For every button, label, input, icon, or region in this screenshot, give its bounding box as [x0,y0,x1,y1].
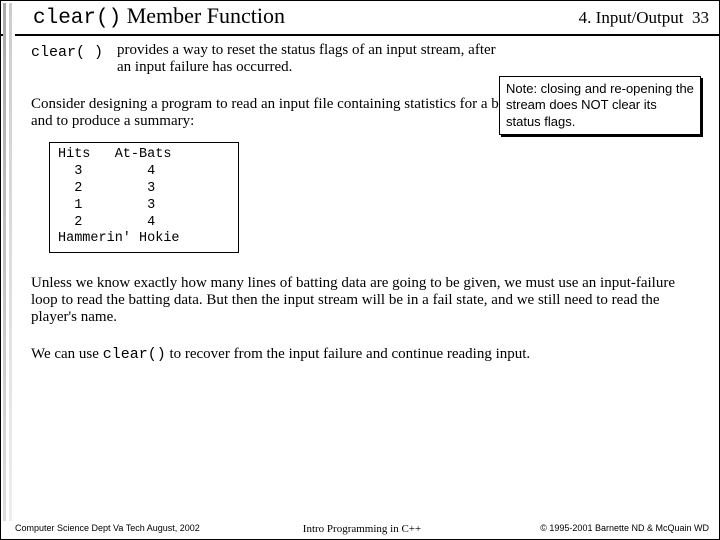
content: clear( ) provides a way to reset the sta… [1,36,719,363]
chapter-label: 4. Input/Output 33 [579,8,709,28]
intro-description: provides a way to reset the status flags… [117,42,701,76]
page-number: 33 [692,8,709,27]
slide: clear() Member Function 4. Input/Output … [0,0,720,540]
chapter-text: 4. Input/Output [579,8,684,27]
intro-block: clear( ) provides a way to reset the sta… [31,42,701,76]
footer-center: Intro Programming in C++ [15,523,709,535]
para3-b: to recover from the input failure and co… [166,346,530,362]
title-row: clear() Member Function 4. Input/Output … [1,1,719,36]
footer: Computer Science Dept Va Tech August, 20… [15,523,709,533]
paragraph-2: Unless we know exactly how many lines of… [31,275,701,326]
para3-code: clear() [103,346,166,363]
paragraph-3: We can use clear() to recover from the i… [31,346,701,363]
para3-a: We can use [31,346,103,362]
left-decoration [3,3,15,521]
function-name: clear( ) [31,42,103,61]
page-title: clear() Member Function [33,3,285,30]
note-box: Note: closing and re-opening the stream … [499,76,701,135]
title-code: clear() [33,7,121,30]
title-rest: Member Function [121,3,285,28]
data-sample-box: Hits At-Bats 3 4 2 3 1 3 2 4 Hammerin' H… [49,142,239,253]
